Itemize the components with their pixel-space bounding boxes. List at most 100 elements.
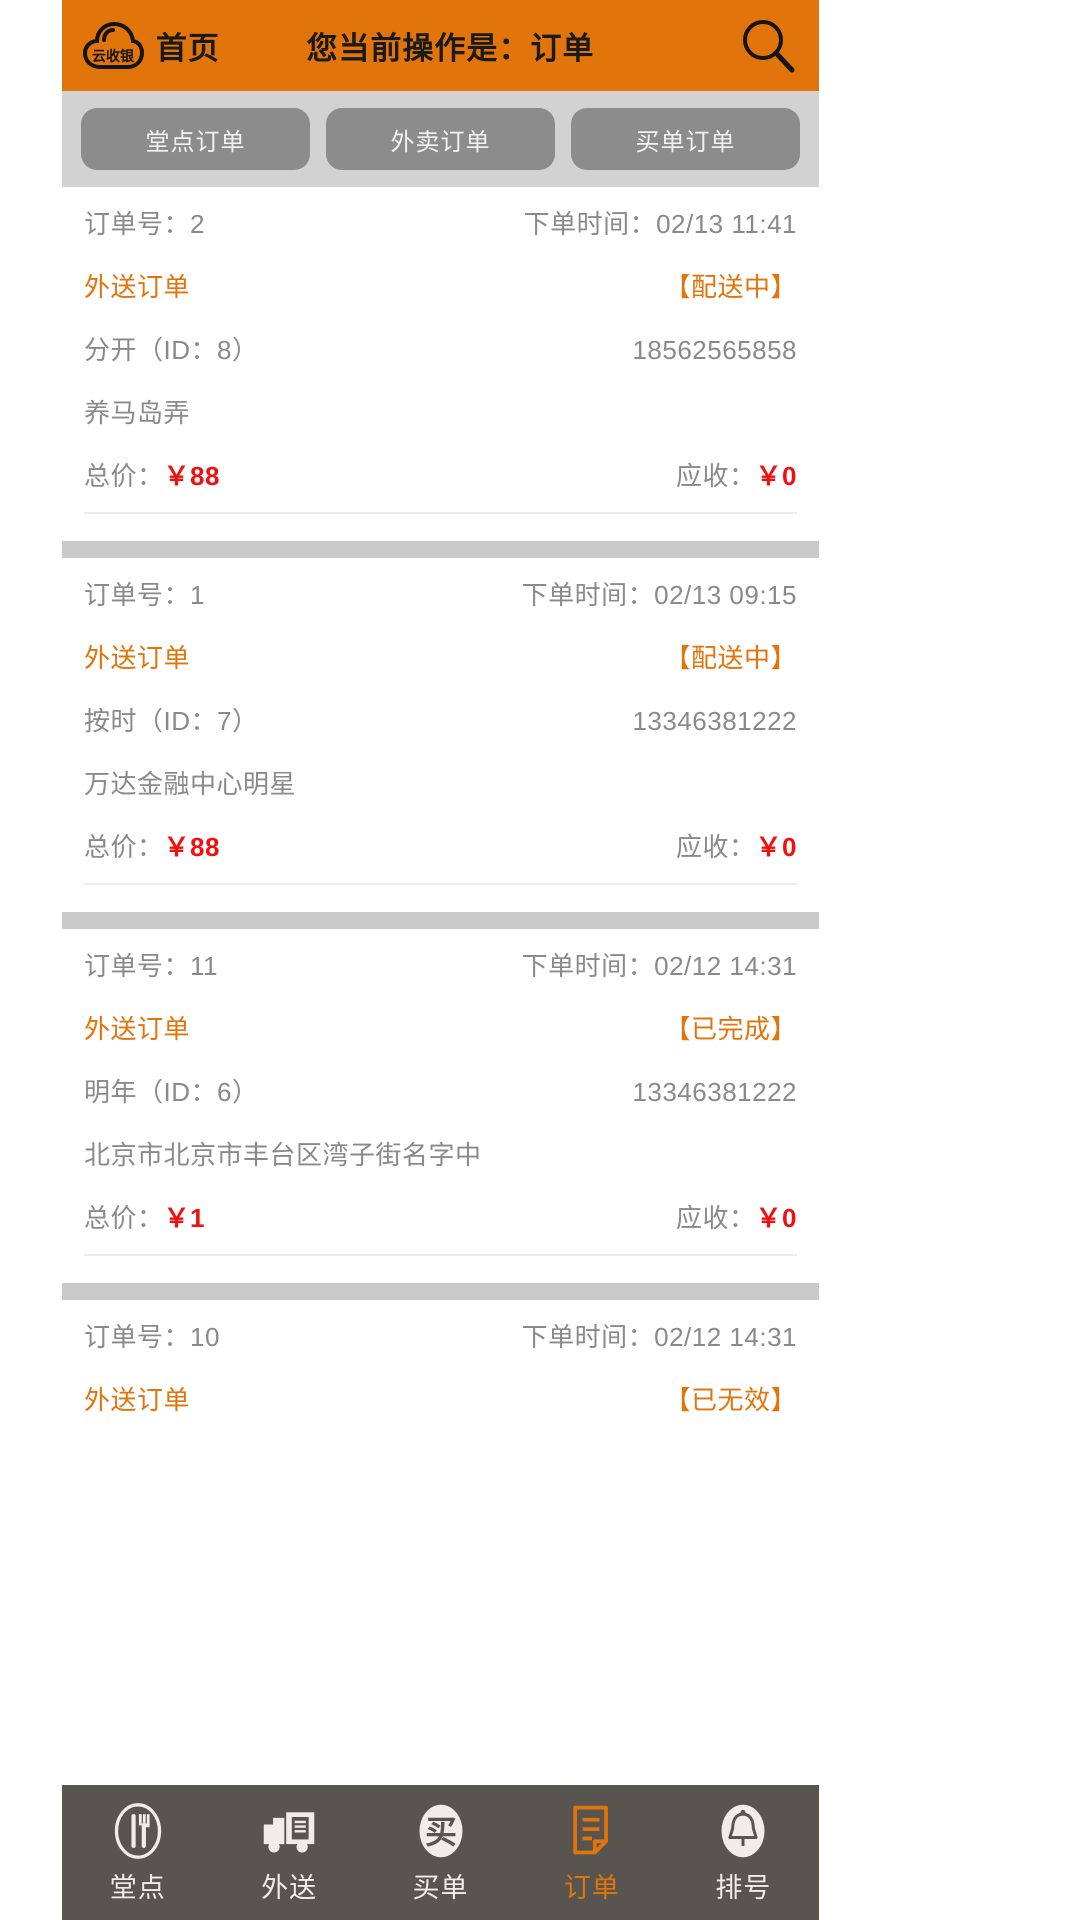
order-no-label: 订单号：	[84, 209, 191, 239]
buy-circle-icon: 买	[410, 1800, 472, 1862]
order-customer-row: 分开（ID：8） 18562565858	[84, 319, 797, 382]
order-time-label: 下单时间：	[523, 209, 657, 239]
search-icon[interactable]	[739, 17, 797, 75]
order-total-value: ￥1	[163, 1203, 205, 1233]
order-no-label: 订单号：	[84, 580, 191, 610]
order-card[interactable]: 订单号：10 下单时间：02/12 14:31 外送订单 【已无效】	[62, 1300, 819, 1432]
order-total-label: 总价：	[84, 1203, 164, 1233]
tab-checkout-orders[interactable]: 买单订单	[571, 108, 800, 170]
tab-takeout-orders[interactable]: 外卖订单	[326, 108, 555, 170]
app-screen: 云收银 首页 您当前操作是：订单 堂点订单 外卖订单 买单订单 订单号：2 下单…	[0, 0, 1080, 1920]
document-icon	[561, 1800, 623, 1862]
content-column: 云收银 首页 您当前操作是：订单 堂点订单 外卖订单 买单订单 订单号：2 下单…	[62, 0, 819, 1920]
svg-text:云收银: 云收银	[92, 48, 135, 64]
order-time-field: 下单时间：02/13 09:15	[522, 564, 797, 627]
order-no-field: 订单号：10	[84, 1306, 220, 1369]
order-time-label: 下单时间：	[521, 951, 655, 981]
order-receivable-field: 应收：￥0	[676, 445, 797, 508]
order-card[interactable]: 订单号：11 下单时间：02/12 14:31 外送订单 【已完成】 明年（ID…	[62, 929, 819, 1256]
order-list[interactable]: 订单号：2 下单时间：02/13 11:41 外送订单 【配送中】 分开（ID：…	[62, 187, 819, 1432]
order-phone: 18562565858	[632, 335, 797, 365]
order-total-label: 总价：	[84, 832, 164, 862]
nav-label: 外送	[261, 1873, 318, 1903]
order-receivable-field: 应收：￥0	[676, 1187, 797, 1250]
tab-dinein-orders[interactable]: 堂点订单	[81, 108, 310, 170]
order-time-value: 02/13 09:15	[654, 580, 797, 610]
order-customer-row: 明年（ID：6） 13346381222	[84, 1061, 797, 1124]
order-status: 【配送中】	[664, 272, 797, 302]
order-receivable-value: ￥0	[755, 461, 797, 491]
order-price-row: 总价：￥88 应收：￥0	[84, 816, 797, 879]
order-type-tabs: 堂点订单 外卖订单 买单订单	[62, 91, 819, 187]
order-status: 【配送中】	[664, 643, 797, 673]
order-receivable-field: 应收：￥0	[676, 816, 797, 879]
order-receivable-value: ￥0	[755, 832, 797, 862]
order-type: 外送订单	[84, 643, 191, 673]
order-no-label: 订单号：	[84, 951, 191, 981]
order-header-row: 订单号：2 下单时间：02/13 11:41	[84, 193, 797, 256]
order-customer: 分开（ID：8）	[84, 335, 259, 365]
order-card[interactable]: 订单号：2 下单时间：02/13 11:41 外送订单 【配送中】 分开（ID：…	[62, 187, 819, 514]
order-receivable-label: 应收：	[676, 1203, 756, 1233]
order-type: 外送订单	[84, 272, 191, 302]
order-no-value: 2	[190, 209, 205, 239]
card-separator	[62, 885, 819, 929]
order-receivable-label: 应收：	[676, 832, 756, 862]
order-time-field: 下单时间：02/12 14:31	[522, 935, 797, 998]
order-no-value: 1	[190, 580, 205, 610]
order-customer: 按时（ID：7）	[84, 706, 259, 736]
order-type: 外送订单	[84, 1385, 191, 1415]
nav-label: 排号	[715, 1873, 772, 1903]
order-no-field: 订单号：1	[84, 564, 205, 627]
nav-item-orders[interactable]: 订单	[516, 1785, 667, 1920]
bell-icon	[712, 1800, 774, 1862]
order-header-row: 订单号：11 下单时间：02/12 14:31	[84, 935, 797, 998]
nav-item-queue[interactable]: 排号	[668, 1785, 819, 1920]
order-total-field: 总价：￥88	[84, 445, 220, 508]
order-time-label: 下单时间：	[521, 1322, 655, 1352]
order-price-row: 总价：￥1 应收：￥0	[84, 1187, 797, 1250]
svg-text:买: 买	[425, 1814, 457, 1850]
order-total-label: 总价：	[84, 461, 164, 491]
order-type: 外送订单	[84, 1014, 191, 1044]
order-time-value: 02/12 14:31	[654, 1322, 797, 1352]
order-no-field: 订单号：2	[84, 193, 205, 256]
order-address: 养马岛弄	[84, 398, 191, 428]
order-card[interactable]: 订单号：1 下单时间：02/13 09:15 外送订单 【配送中】 按时（ID：…	[62, 558, 819, 885]
order-address-row: 养马岛弄	[84, 382, 797, 445]
order-no-value: 10	[190, 1322, 220, 1352]
bottom-navigation: 堂点 外送 买 买单 订单 排号	[62, 1785, 819, 1920]
order-time-label: 下单时间：	[521, 580, 655, 610]
order-time-field: 下单时间：02/13 11:41	[524, 193, 797, 256]
nav-item-dinein[interactable]: 堂点	[62, 1785, 213, 1920]
nav-item-checkout[interactable]: 买 买单	[365, 1785, 516, 1920]
nav-label: 订单	[563, 1873, 620, 1903]
truck-icon	[258, 1800, 320, 1862]
cutlery-icon	[107, 1800, 169, 1862]
order-total-field: 总价：￥88	[84, 816, 220, 879]
home-link[interactable]: 首页	[156, 23, 220, 68]
order-receivable-label: 应收：	[676, 461, 756, 491]
order-time-field: 下单时间：02/12 14:31	[522, 1306, 797, 1369]
order-type-row: 外送订单 【配送中】	[84, 627, 797, 690]
order-customer: 明年（ID：6）	[84, 1077, 259, 1107]
order-header-row: 订单号：10 下单时间：02/12 14:31	[84, 1306, 797, 1369]
order-status: 【已无效】	[664, 1385, 797, 1415]
order-type-row: 外送订单 【已无效】	[84, 1369, 797, 1432]
card-separator	[62, 514, 819, 558]
nav-item-delivery[interactable]: 外送	[213, 1785, 364, 1920]
nav-label: 堂点	[109, 1873, 166, 1903]
order-total-value: ￥88	[163, 832, 220, 862]
order-no-label: 订单号：	[84, 1322, 191, 1352]
order-customer-row: 按时（ID：7） 13346381222	[84, 690, 797, 753]
order-no-value: 11	[190, 951, 219, 981]
order-status: 【已完成】	[664, 1014, 797, 1044]
order-no-field: 订单号：11	[84, 935, 218, 998]
order-address: 北京市北京市丰台区湾子街名字中	[84, 1140, 482, 1170]
order-type-row: 外送订单 【已完成】	[84, 998, 797, 1061]
order-address: 万达金融中心明星	[84, 769, 297, 799]
order-receivable-value: ￥0	[755, 1203, 797, 1233]
order-time-value: 02/12 14:31	[654, 951, 797, 981]
order-address-row: 万达金融中心明星	[84, 753, 797, 816]
card-separator	[62, 1256, 819, 1300]
